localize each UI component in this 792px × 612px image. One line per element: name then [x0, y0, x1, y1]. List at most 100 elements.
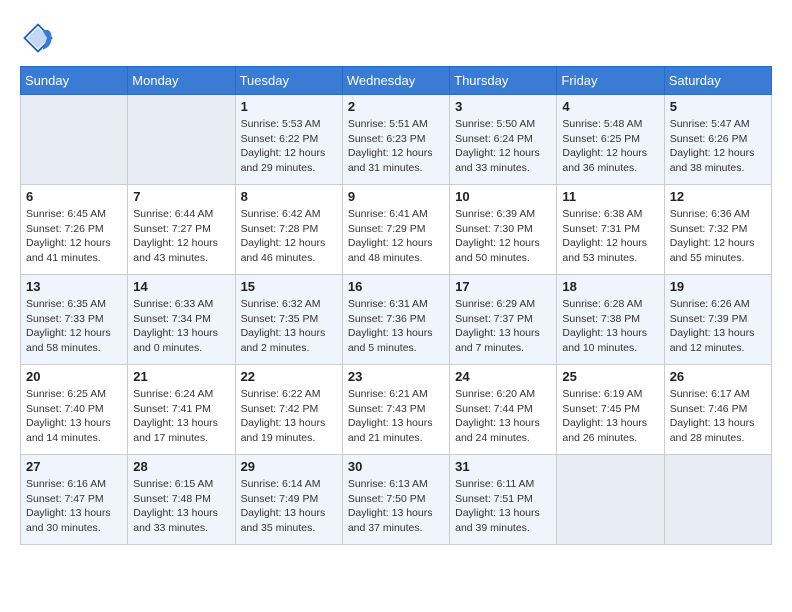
day-info: Sunrise: 6:24 AM Sunset: 7:41 PM Dayligh… — [133, 387, 229, 446]
day-info: Sunrise: 6:25 AM Sunset: 7:40 PM Dayligh… — [26, 387, 122, 446]
day-number: 18 — [562, 279, 658, 294]
day-info: Sunrise: 6:13 AM Sunset: 7:50 PM Dayligh… — [348, 477, 444, 536]
day-info: Sunrise: 6:26 AM Sunset: 7:39 PM Dayligh… — [670, 297, 766, 356]
day-info: Sunrise: 6:31 AM Sunset: 7:36 PM Dayligh… — [348, 297, 444, 356]
calendar-cell: 3 Sunrise: 5:50 AM Sunset: 6:24 PM Daylig… — [450, 95, 557, 185]
calendar-cell: 16 Sunrise: 6:31 AM Sunset: 7:36 PM Dayli… — [342, 275, 449, 365]
day-info: Sunrise: 5:53 AM Sunset: 6:22 PM Dayligh… — [241, 117, 337, 176]
day-number: 31 — [455, 459, 551, 474]
calendar-cell: 23Sunrise: 6:21 AM Sunset: 7:43 PM Dayli… — [342, 365, 449, 455]
day-number: 11 — [562, 189, 658, 204]
day-info: Sunrise: 6:22 AM Sunset: 7:42 PM Dayligh… — [241, 387, 337, 446]
calendar-week-row: 1 Sunrise: 5:53 AM Sunset: 6:22 PM Daylig… — [21, 95, 772, 185]
calendar-cell — [557, 455, 664, 545]
weekday-header-sunday: Sunday — [21, 67, 128, 95]
day-number: 12 — [670, 189, 766, 204]
day-number: 19 — [670, 279, 766, 294]
logo-icon — [20, 20, 56, 56]
calendar-cell: 27 Sunrise: 6:16 AM Sunset: 7:47 PM Dayli… — [21, 455, 128, 545]
day-number: 24 — [455, 369, 551, 384]
day-number: 5 — [670, 99, 766, 114]
day-info: Sunrise: 6:41 AM Sunset: 7:29 PM Dayligh… — [348, 207, 444, 266]
day-number: 3 — [455, 99, 551, 114]
calendar-week-row: 6Sunrise: 6:45 AM Sunset: 7:26 PM Daylig… — [21, 185, 772, 275]
day-info: Sunrise: 6:19 AM Sunset: 7:45 PM Dayligh… — [562, 387, 658, 446]
calendar-cell: 5 Sunrise: 5:47 AM Sunset: 6:26 PM Daylig… — [664, 95, 771, 185]
calendar-cell: 26 Sunrise: 6:17 AM Sunset: 7:46 PM Dayli… — [664, 365, 771, 455]
day-number: 6 — [26, 189, 122, 204]
day-number: 25 — [562, 369, 658, 384]
calendar-cell: 31 Sunrise: 6:11 AM Sunset: 7:51 PM Dayli… — [450, 455, 557, 545]
calendar-cell: 25 Sunrise: 6:19 AM Sunset: 7:45 PM Dayli… — [557, 365, 664, 455]
day-number: 27 — [26, 459, 122, 474]
day-number: 20 — [26, 369, 122, 384]
calendar-cell: 17 Sunrise: 6:29 AM Sunset: 7:37 PM Dayli… — [450, 275, 557, 365]
day-number: 17 — [455, 279, 551, 294]
day-number: 14 — [133, 279, 229, 294]
calendar-week-row: 13 Sunrise: 6:35 AM Sunset: 7:33 PM Dayli… — [21, 275, 772, 365]
day-number: 26 — [670, 369, 766, 384]
calendar-cell: 28 Sunrise: 6:15 AM Sunset: 7:48 PM Dayli… — [128, 455, 235, 545]
calendar-table: SundayMondayTuesdayWednesdayThursdayFrid… — [20, 66, 772, 545]
calendar-cell: 13 Sunrise: 6:35 AM Sunset: 7:33 PM Dayli… — [21, 275, 128, 365]
day-info: Sunrise: 6:32 AM Sunset: 7:35 PM Dayligh… — [241, 297, 337, 356]
calendar-cell: 9Sunrise: 6:41 AM Sunset: 7:29 PM Daylig… — [342, 185, 449, 275]
calendar-cell: 12 Sunrise: 6:36 AM Sunset: 7:32 PM Dayli… — [664, 185, 771, 275]
page-header — [20, 20, 772, 56]
calendar-cell: 2 Sunrise: 5:51 AM Sunset: 6:23 PM Daylig… — [342, 95, 449, 185]
day-info: Sunrise: 6:38 AM Sunset: 7:31 PM Dayligh… — [562, 207, 658, 266]
calendar-cell: 21 Sunrise: 6:24 AM Sunset: 7:41 PM Dayli… — [128, 365, 235, 455]
day-info: Sunrise: 6:11 AM Sunset: 7:51 PM Dayligh… — [455, 477, 551, 536]
day-info: Sunrise: 6:44 AM Sunset: 7:27 PM Dayligh… — [133, 207, 229, 266]
day-info: Sunrise: 6:42 AM Sunset: 7:28 PM Dayligh… — [241, 207, 337, 266]
day-info: Sunrise: 6:20 AM Sunset: 7:44 PM Dayligh… — [455, 387, 551, 446]
day-info: Sunrise: 6:36 AM Sunset: 7:32 PM Dayligh… — [670, 207, 766, 266]
calendar-cell: 14 Sunrise: 6:33 AM Sunset: 7:34 PM Dayli… — [128, 275, 235, 365]
day-info: Sunrise: 5:51 AM Sunset: 6:23 PM Dayligh… — [348, 117, 444, 176]
day-info: Sunrise: 6:33 AM Sunset: 7:34 PM Dayligh… — [133, 297, 229, 356]
day-info: Sunrise: 6:15 AM Sunset: 7:48 PM Dayligh… — [133, 477, 229, 536]
day-number: 23 — [348, 369, 444, 384]
day-number: 1 — [241, 99, 337, 114]
calendar-cell: 22 Sunrise: 6:22 AM Sunset: 7:42 PM Dayli… — [235, 365, 342, 455]
calendar-cell: 19 Sunrise: 6:26 AM Sunset: 7:39 PM Dayli… — [664, 275, 771, 365]
calendar-cell — [21, 95, 128, 185]
calendar-cell: 7 Sunrise: 6:44 AM Sunset: 7:27 PM Daylig… — [128, 185, 235, 275]
day-info: Sunrise: 6:35 AM Sunset: 7:33 PM Dayligh… — [26, 297, 122, 356]
day-number: 16 — [348, 279, 444, 294]
day-number: 21 — [133, 369, 229, 384]
calendar-cell: 11 Sunrise: 6:38 AM Sunset: 7:31 PM Dayli… — [557, 185, 664, 275]
day-info: Sunrise: 6:29 AM Sunset: 7:37 PM Dayligh… — [455, 297, 551, 356]
day-number: 15 — [241, 279, 337, 294]
day-info: Sunrise: 6:14 AM Sunset: 7:49 PM Dayligh… — [241, 477, 337, 536]
calendar-cell: 29 Sunrise: 6:14 AM Sunset: 7:49 PM Dayli… — [235, 455, 342, 545]
calendar-cell: 24 Sunrise: 6:20 AM Sunset: 7:44 PM Dayli… — [450, 365, 557, 455]
calendar-cell: 4Sunrise: 5:48 AM Sunset: 6:25 PM Daylig… — [557, 95, 664, 185]
weekday-header-monday: Monday — [128, 67, 235, 95]
day-number: 8 — [241, 189, 337, 204]
day-info: Sunrise: 5:47 AM Sunset: 6:26 PM Dayligh… — [670, 117, 766, 176]
calendar-cell — [664, 455, 771, 545]
day-number: 4 — [562, 99, 658, 114]
day-info: Sunrise: 6:16 AM Sunset: 7:47 PM Dayligh… — [26, 477, 122, 536]
day-number: 7 — [133, 189, 229, 204]
calendar-week-row: 20 Sunrise: 6:25 AM Sunset: 7:40 PM Dayli… — [21, 365, 772, 455]
day-number: 10 — [455, 189, 551, 204]
day-info: Sunrise: 6:17 AM Sunset: 7:46 PM Dayligh… — [670, 387, 766, 446]
weekday-header-friday: Friday — [557, 67, 664, 95]
calendar-header-row: SundayMondayTuesdayWednesdayThursdayFrid… — [21, 67, 772, 95]
calendar-cell: 20 Sunrise: 6:25 AM Sunset: 7:40 PM Dayli… — [21, 365, 128, 455]
day-info: Sunrise: 5:50 AM Sunset: 6:24 PM Dayligh… — [455, 117, 551, 176]
calendar-cell: 15 Sunrise: 6:32 AM Sunset: 7:35 PM Dayli… — [235, 275, 342, 365]
day-number: 29 — [241, 459, 337, 474]
day-number: 2 — [348, 99, 444, 114]
day-info: Sunrise: 6:39 AM Sunset: 7:30 PM Dayligh… — [455, 207, 551, 266]
day-number: 13 — [26, 279, 122, 294]
day-number: 28 — [133, 459, 229, 474]
weekday-header-tuesday: Tuesday — [235, 67, 342, 95]
weekday-header-thursday: Thursday — [450, 67, 557, 95]
logo — [20, 20, 60, 56]
day-number: 30 — [348, 459, 444, 474]
calendar-cell: 30 Sunrise: 6:13 AM Sunset: 7:50 PM Dayli… — [342, 455, 449, 545]
day-number: 22 — [241, 369, 337, 384]
